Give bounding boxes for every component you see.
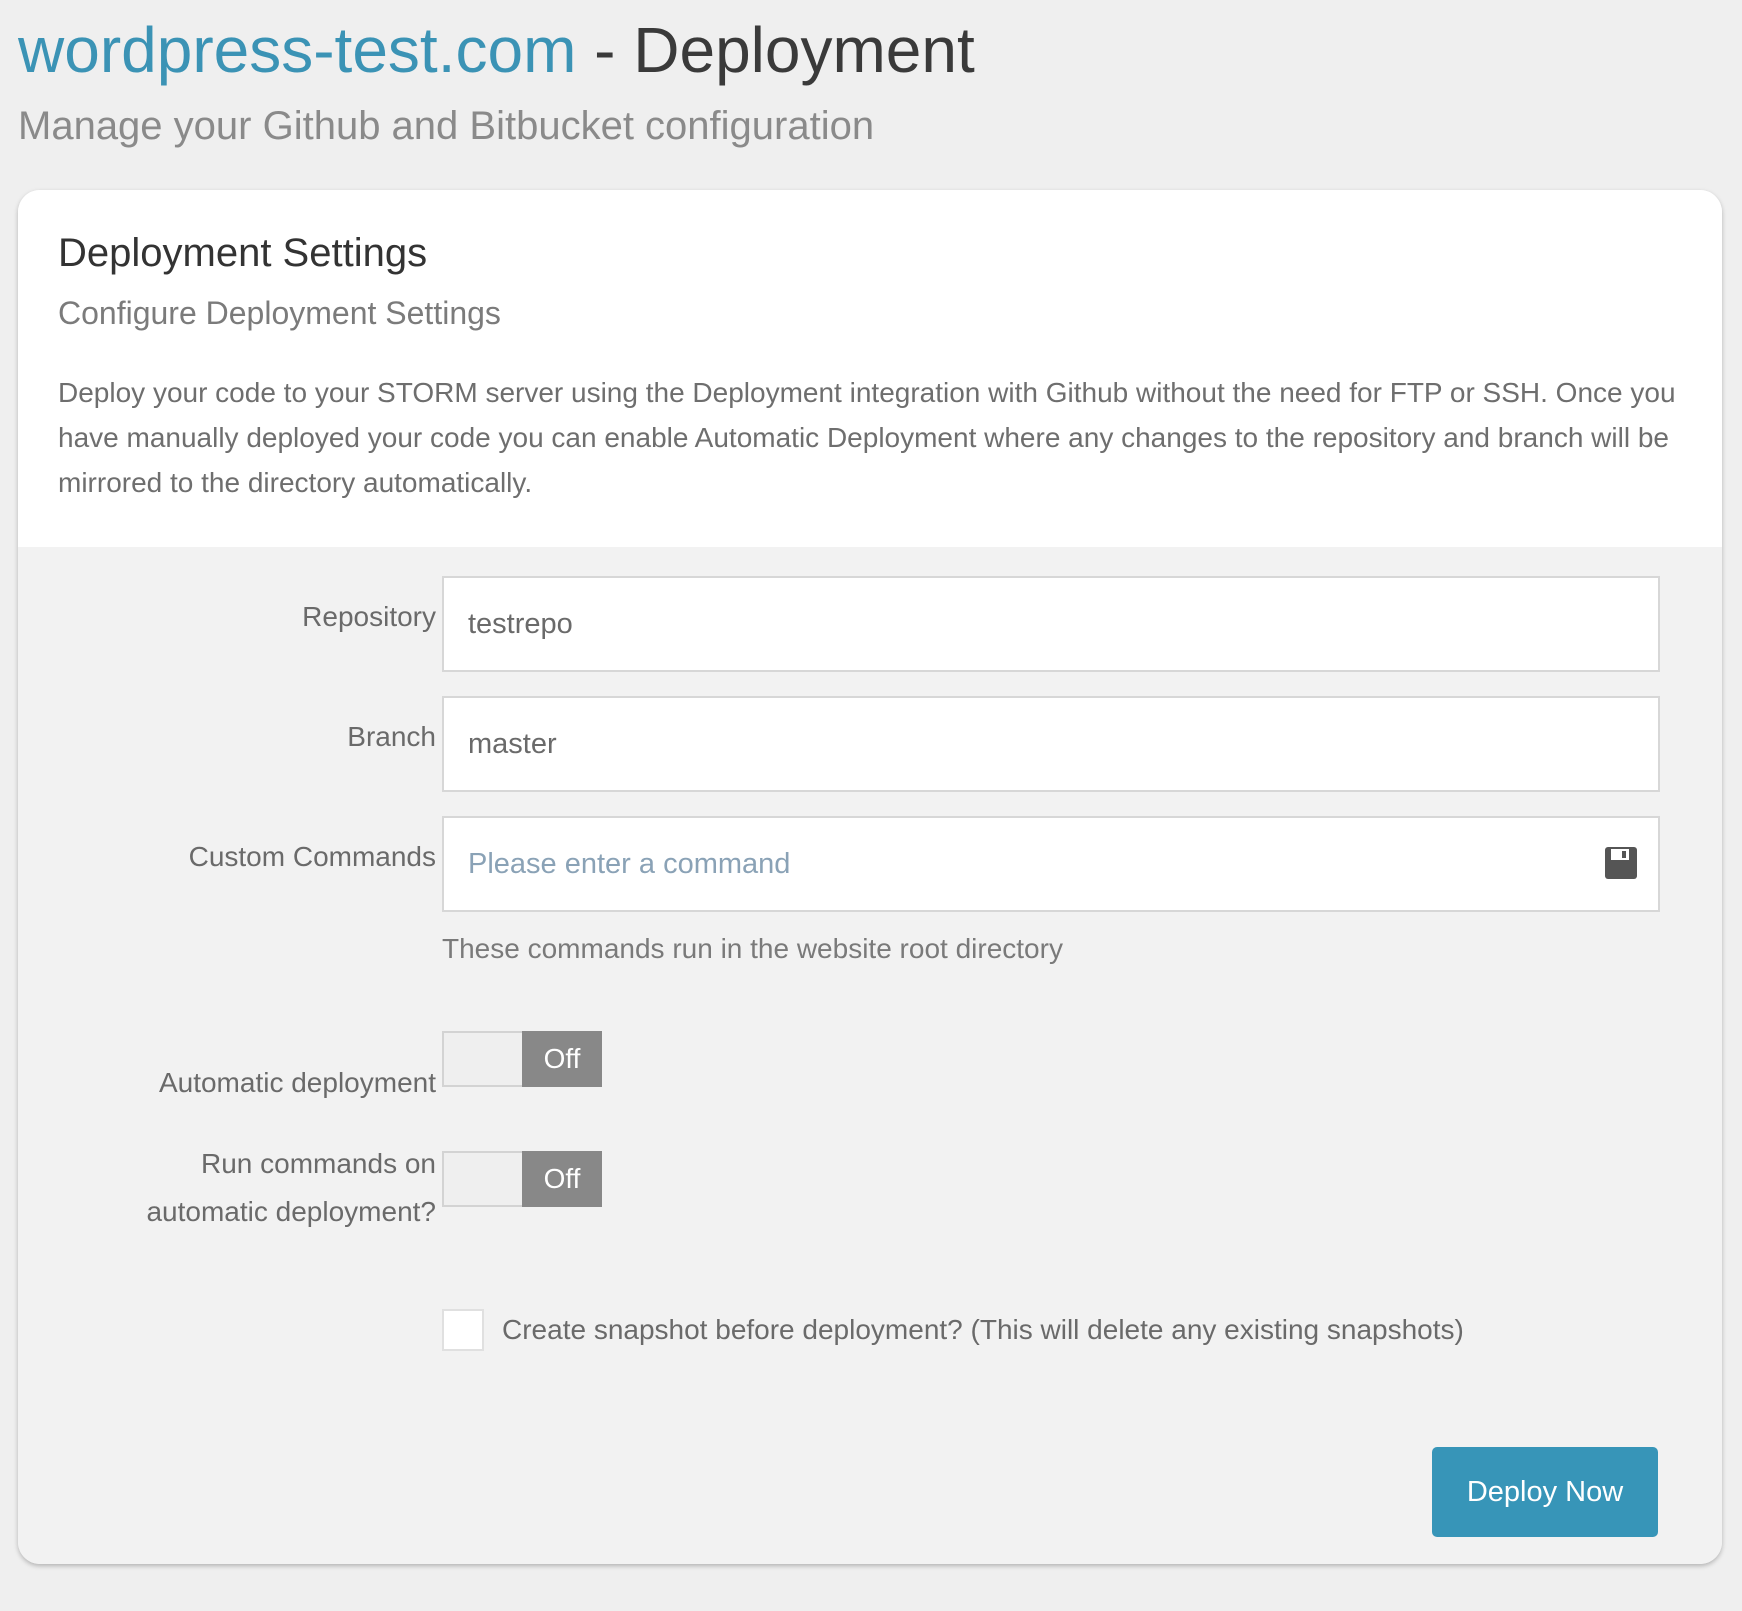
deployment-settings-card: Deployment Settings Configure Deployment…	[18, 190, 1722, 1564]
page-title: wordpress-test.com - Deployment	[18, 10, 1718, 90]
custom-commands-input[interactable]	[442, 816, 1660, 912]
deployment-form: Repository Branch Custom Commands These …	[18, 547, 1722, 1564]
snapshot-checkbox[interactable]	[442, 1309, 484, 1351]
card-description: Deploy your code to your STORM server us…	[58, 377, 1676, 498]
page-subtitle: Manage your Github and Bitbucket configu…	[18, 104, 875, 148]
toggle-state-label: Off	[522, 1151, 602, 1207]
card-subheading: Configure Deployment Settings	[58, 295, 501, 331]
run-commands-label-line1: Run commands on	[200, 1148, 436, 1179]
run-commands-label-line2: automatic deployment?	[146, 1196, 436, 1227]
toggle-knob	[444, 1033, 523, 1085]
custom-commands-field	[442, 816, 1660, 912]
repository-label: Repository	[302, 601, 436, 632]
custom-commands-help: These commands run in the website root d…	[442, 933, 1063, 964]
site-link[interactable]: wordpress-test.com	[18, 14, 576, 86]
run-commands-toggle[interactable]: Off	[442, 1151, 602, 1207]
card-heading: Deployment Settings	[58, 231, 428, 275]
snapshot-checkbox-label[interactable]: Create snapshot before deployment? (This…	[502, 1308, 1464, 1352]
deploy-now-button[interactable]: Deploy Now	[1432, 1447, 1658, 1537]
repository-input[interactable]	[442, 576, 1660, 672]
custom-commands-label: Custom Commands	[188, 841, 436, 872]
automatic-deployment-toggle[interactable]: Off	[442, 1031, 602, 1087]
branch-label: Branch	[347, 721, 436, 752]
page-header: wordpress-test.com - Deployment Manage y…	[18, 10, 1718, 152]
toggle-knob	[444, 1153, 523, 1205]
automatic-deployment-label: Automatic deployment	[158, 1067, 436, 1098]
page-title-text: Deployment	[633, 14, 975, 86]
card-header: Deployment Settings Configure Deployment…	[18, 190, 1722, 547]
toggle-state-label: Off	[522, 1031, 602, 1087]
branch-input[interactable]	[442, 696, 1660, 792]
save-icon[interactable]	[1604, 846, 1638, 880]
title-separator: -	[576, 14, 634, 86]
